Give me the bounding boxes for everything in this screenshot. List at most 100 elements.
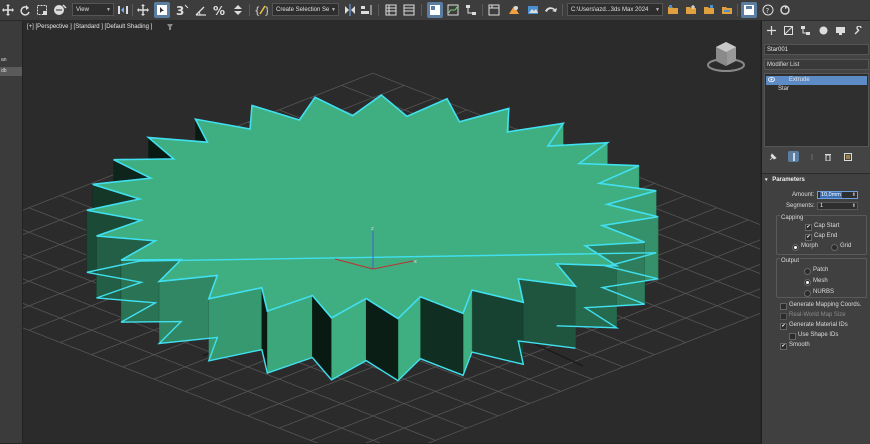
show-end-result-icon[interactable] bbox=[788, 151, 799, 162]
modifier-list-dropdown[interactable]: Modifier List bbox=[764, 59, 869, 70]
render-setup-icon[interactable] bbox=[506, 2, 522, 18]
viewcube-icon[interactable] bbox=[706, 39, 746, 77]
utilities-tab-wrench-icon[interactable] bbox=[853, 25, 864, 36]
create-tab-plus-icon[interactable] bbox=[766, 25, 777, 36]
object-name-field[interactable]: Star001 bbox=[764, 44, 869, 55]
funnel-icon[interactable] bbox=[167, 24, 173, 32]
amount-spinner[interactable]: 10,0mm ⬍ bbox=[817, 191, 858, 199]
align-icon[interactable] bbox=[359, 2, 373, 18]
perspective-viewport[interactable]: z x [+] [Perspective ] [Standard ] [Defa… bbox=[23, 21, 760, 443]
schematic-view-icon[interactable] bbox=[464, 2, 478, 18]
viewport-label-menu[interactable]: [+] [Perspective ] [Standard ] [Default … bbox=[27, 24, 152, 30]
mirror-icon[interactable] bbox=[343, 2, 357, 18]
toolbar-divider bbox=[421, 4, 422, 16]
remove-modifier-trash-icon[interactable] bbox=[822, 151, 833, 162]
pin-stack-icon[interactable] bbox=[767, 151, 778, 162]
generate-material-ids-label[interactable]: Generate Material IDs bbox=[789, 322, 848, 328]
reference-coordinate-dropdown[interactable]: View ▼ bbox=[72, 3, 114, 16]
help-icon[interactable]: ? bbox=[761, 2, 775, 18]
patch-radio[interactable] bbox=[804, 268, 811, 275]
morph-label[interactable]: Morph bbox=[801, 243, 818, 249]
material-editor-icon[interactable] bbox=[487, 2, 501, 18]
named-selection-set-dropdown[interactable]: Create Selection Se ▼ bbox=[272, 3, 339, 16]
curve-editor-icon[interactable] bbox=[446, 2, 460, 18]
parameters-rollout-header[interactable]: ▾ Parameters bbox=[765, 177, 805, 183]
configure-modifier-sets-icon[interactable] bbox=[842, 151, 853, 162]
layer-explorer-icon[interactable] bbox=[384, 2, 398, 18]
new-project-icon[interactable] bbox=[684, 2, 698, 18]
generate-mapping-checkbox[interactable] bbox=[780, 303, 787, 310]
cap-end-checkbox[interactable]: ✔ bbox=[805, 234, 812, 241]
motion-tab-icon[interactable] bbox=[818, 25, 829, 36]
toolbar-divider bbox=[737, 4, 738, 16]
chevron-down-icon: ▼ bbox=[655, 7, 660, 13]
mesh-radio[interactable] bbox=[804, 279, 811, 286]
spinner-snap-icon[interactable] bbox=[231, 2, 245, 18]
collapse-arrow-icon: ▾ bbox=[765, 177, 768, 183]
project-folder-dropdown[interactable]: C:\Users\azd...3ds Max 2024 ▼ bbox=[567, 3, 663, 16]
select-and-link-icon[interactable] bbox=[1, 2, 15, 18]
parameters-title: Parameters bbox=[772, 177, 805, 183]
scene-explorer-icon[interactable] bbox=[427, 2, 443, 18]
rendered-frame-window-icon[interactable] bbox=[526, 2, 540, 18]
nurbs-label[interactable]: NURBS bbox=[813, 289, 834, 295]
command-panel: Star001 Modifier List Extrude Star ▾ Par… bbox=[761, 21, 870, 444]
svg-text:}: } bbox=[264, 6, 268, 16]
stack-item-star[interactable]: Star bbox=[766, 85, 867, 94]
percent-snap-icon[interactable]: % bbox=[213, 2, 227, 18]
grid-label[interactable]: Grid bbox=[840, 243, 851, 249]
use-shape-ids-label[interactable]: Use Shape IDs bbox=[798, 332, 838, 338]
left-panel-item[interactable]: an bbox=[0, 56, 22, 65]
keyboard-shortcut-toggle-icon[interactable] bbox=[154, 2, 170, 18]
gizmo-z-label: z bbox=[371, 226, 374, 232]
parameters-rollout: ▾ Parameters Amount: 10,0mm ⬍ Segments: 1… bbox=[762, 173, 870, 444]
snaps-toggle-icon[interactable]: 3 bbox=[176, 2, 190, 18]
angle-snap-icon[interactable] bbox=[194, 2, 208, 18]
redo-icon[interactable] bbox=[18, 2, 32, 18]
stack-item-extrude[interactable]: Extrude bbox=[766, 76, 867, 85]
edit-named-selection-icon[interactable]: {} bbox=[253, 2, 269, 18]
modify-tab-icon[interactable] bbox=[783, 25, 794, 36]
smooth-checkbox[interactable]: ✔ bbox=[780, 343, 787, 350]
generate-mapping-label[interactable]: Generate Mapping Coords. bbox=[789, 302, 861, 308]
project-folder-value: C:\Users\azd...3ds Max 2024 bbox=[571, 7, 649, 13]
spinner-arrows-icon[interactable]: ⬍ bbox=[852, 192, 856, 199]
set-active-project-icon[interactable] bbox=[702, 2, 716, 18]
toolbar-divider bbox=[482, 4, 483, 16]
star-side-face bbox=[208, 287, 263, 361]
select-region-icon[interactable] bbox=[35, 2, 49, 18]
svg-text:?: ? bbox=[766, 7, 770, 15]
command-panel-tabs bbox=[762, 21, 870, 40]
segments-spinner[interactable]: 1 ⬍ bbox=[817, 202, 858, 210]
sync-icon[interactable] bbox=[778, 2, 792, 18]
select-and-move-icon[interactable] bbox=[136, 2, 150, 18]
spinner-arrows-icon[interactable]: ⬍ bbox=[852, 203, 856, 210]
nurbs-radio[interactable] bbox=[804, 290, 811, 297]
use-shape-ids-checkbox[interactable] bbox=[789, 333, 796, 340]
patch-label[interactable]: Patch bbox=[813, 267, 828, 273]
toggle-ribbon-icon[interactable] bbox=[402, 2, 416, 18]
pivot-center-icon[interactable] bbox=[116, 2, 130, 18]
project-settings-icon[interactable] bbox=[720, 2, 734, 18]
hierarchy-tab-icon[interactable] bbox=[800, 25, 811, 36]
smooth-label[interactable]: Smooth bbox=[789, 342, 810, 348]
star-side-face bbox=[518, 278, 576, 349]
cap-start-checkbox[interactable]: ✔ bbox=[805, 224, 812, 231]
render-production-icon[interactable] bbox=[543, 2, 559, 18]
select-by-name-icon[interactable] bbox=[52, 2, 68, 18]
amount-value: 10,0mm bbox=[820, 192, 842, 198]
grid-radio[interactable] bbox=[831, 244, 838, 251]
open-project-icon[interactable] bbox=[666, 2, 680, 18]
make-unique-icon[interactable] bbox=[806, 151, 817, 162]
cap-end-label[interactable]: Cap End bbox=[814, 233, 837, 239]
viewport-canvas[interactable]: z x bbox=[23, 21, 760, 443]
save-icon[interactable] bbox=[741, 2, 757, 18]
cap-start-label[interactable]: Cap Start bbox=[814, 223, 839, 229]
segments-value: 1 bbox=[820, 203, 824, 209]
toolbar-divider bbox=[249, 4, 250, 16]
morph-radio[interactable] bbox=[792, 244, 799, 251]
left-panel-item[interactable]: db bbox=[0, 67, 22, 76]
mesh-label[interactable]: Mesh bbox=[813, 278, 828, 284]
display-tab-icon[interactable] bbox=[835, 25, 846, 36]
generate-material-ids-checkbox[interactable]: ✔ bbox=[780, 323, 787, 330]
